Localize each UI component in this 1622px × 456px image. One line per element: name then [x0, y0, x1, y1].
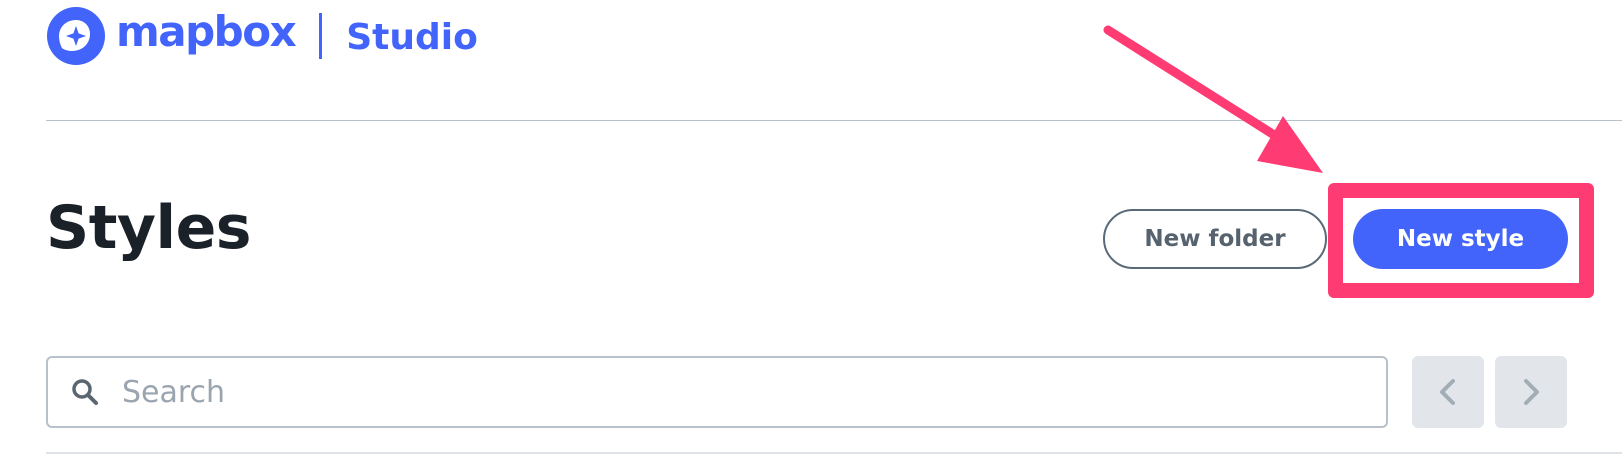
new-style-button[interactable]: New style — [1353, 209, 1568, 269]
search-bar[interactable] — [46, 356, 1388, 428]
search-input[interactable] — [120, 361, 1324, 423]
header-divider — [46, 120, 1622, 121]
page-title: Styles — [46, 193, 251, 263]
chevron-right-icon — [1524, 379, 1539, 405]
brand-divider — [319, 13, 323, 59]
mapbox-logo-icon — [47, 7, 105, 65]
brand-name: mapbox — [116, 7, 297, 56]
next-page-button[interactable] — [1495, 356, 1567, 428]
previous-page-button[interactable] — [1412, 356, 1484, 428]
chevron-left-icon — [1440, 379, 1455, 405]
list-divider — [46, 452, 1622, 454]
product-name: Studio — [346, 17, 478, 58]
search-icon — [72, 379, 98, 405]
annotation-arrow-icon — [1103, 25, 1323, 173]
new-folder-button[interactable]: New folder — [1103, 209, 1327, 269]
studio-styles-page: mapbox Studio Styles New folder New styl… — [0, 0, 1622, 456]
brand-header[interactable]: mapbox Studio — [46, 6, 478, 66]
